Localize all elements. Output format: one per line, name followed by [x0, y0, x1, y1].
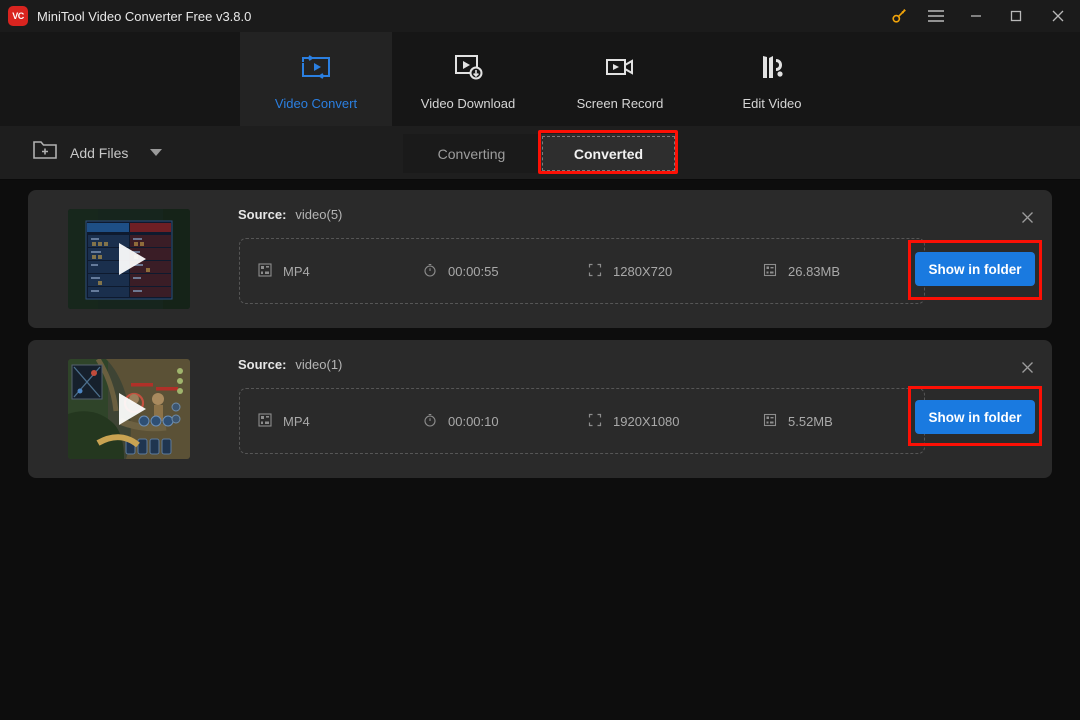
- close-icon[interactable]: [1036, 0, 1080, 32]
- remove-item-button[interactable]: [1014, 354, 1040, 380]
- app-logo: VC: [8, 6, 28, 26]
- maximize-icon[interactable]: [996, 0, 1036, 32]
- show-in-folder-button[interactable]: Show in folder: [915, 400, 1035, 434]
- key-icon[interactable]: [882, 0, 916, 32]
- main-nav: Video Convert Video Download Screen Reco…: [0, 32, 1080, 126]
- info-duration: 00:00:10: [423, 413, 588, 430]
- nav-label-screen-record: Screen Record: [576, 95, 664, 111]
- info-format-value: MP4: [283, 263, 310, 279]
- menu-icon[interactable]: [916, 0, 956, 32]
- nav-label-video-download: Video Download: [420, 95, 516, 111]
- video-thumbnail[interactable]: [68, 209, 190, 309]
- info-size: 5.52MB: [763, 413, 903, 430]
- film-format-icon: [258, 262, 272, 280]
- info-resolution: 1280X720: [588, 263, 763, 280]
- info-duration: 00:00:55: [423, 263, 588, 280]
- nav-item-screen-record[interactable]: Screen Record: [544, 32, 696, 126]
- info-resolution-value: 1280X720: [613, 263, 673, 279]
- expand-arrows-icon: [588, 413, 602, 430]
- tab-converted[interactable]: Converted: [540, 134, 677, 173]
- source-row: Source: video(5): [238, 207, 342, 222]
- info-resolution: 1920X1080: [588, 413, 763, 430]
- file-size-icon: [763, 263, 777, 280]
- source-row: Source: video(1): [238, 357, 342, 372]
- play-icon[interactable]: [118, 243, 146, 275]
- title-bar: VC MiniTool Video Converter Free v3.8.0: [0, 0, 1080, 32]
- list-item[interactable]: Source: video(1) MP4 00:00:10 1920X1080 …: [28, 340, 1052, 478]
- source-name: video(1): [295, 357, 343, 372]
- list-item[interactable]: Source: video(5) MP4 00:00:55 1280X720 2…: [28, 190, 1052, 328]
- info-duration-value: 00:00:55: [448, 263, 499, 279]
- download-icon: [451, 48, 485, 86]
- chevron-down-icon[interactable]: [150, 149, 163, 156]
- video-thumbnail[interactable]: [68, 359, 190, 459]
- converted-file-list: Source: video(5) MP4 00:00:55 1280X720 2…: [28, 190, 1052, 490]
- info-format: MP4: [258, 412, 423, 430]
- add-files-label: Add Files: [70, 144, 129, 161]
- info-resolution-value: 1920X1080: [613, 413, 680, 429]
- show-in-folder-button[interactable]: Show in folder: [915, 252, 1035, 286]
- tab-converting[interactable]: Converting: [403, 134, 540, 173]
- window-controls: [882, 0, 1080, 32]
- nav-item-video-convert[interactable]: Video Convert: [240, 32, 392, 126]
- source-label: Source:: [238, 357, 287, 372]
- nav-item-video-download[interactable]: Video Download: [392, 32, 544, 126]
- nav-item-edit-video[interactable]: Edit Video: [696, 32, 848, 126]
- source-label: Source:: [238, 207, 287, 222]
- folder-plus-icon: [32, 139, 58, 166]
- file-size-icon: [763, 413, 777, 430]
- info-duration-value: 00:00:10: [448, 413, 499, 429]
- status-tabs: Converting Converted: [403, 134, 677, 173]
- file-info-strip: MP4 00:00:10 1920X1080 5.52MB: [239, 388, 925, 454]
- app-logo-text: VC: [12, 11, 24, 21]
- nav-label-edit-video: Edit Video: [742, 95, 802, 111]
- nav-label-video-convert: Video Convert: [274, 95, 358, 111]
- info-size: 26.83MB: [763, 263, 903, 280]
- tab-converting-label: Converting: [437, 145, 506, 162]
- source-name: video(5): [295, 207, 343, 222]
- tab-converted-label: Converted: [573, 145, 644, 162]
- stopwatch-icon: [423, 263, 437, 280]
- edit-icon: [755, 48, 789, 86]
- stopwatch-icon: [423, 413, 437, 430]
- info-format: MP4: [258, 262, 423, 280]
- info-format-value: MP4: [283, 413, 310, 429]
- record-icon: [603, 48, 637, 86]
- expand-arrows-icon: [588, 263, 602, 280]
- play-icon[interactable]: [118, 393, 146, 425]
- info-size-value: 5.52MB: [788, 413, 833, 429]
- remove-item-button[interactable]: [1014, 204, 1040, 230]
- film-format-icon: [258, 412, 272, 430]
- add-files-button[interactable]: Add Files: [32, 139, 163, 166]
- minimize-icon[interactable]: [956, 0, 996, 32]
- convert-icon: [299, 48, 333, 86]
- app-title: MiniTool Video Converter Free v3.8.0: [37, 8, 252, 24]
- info-size-value: 26.83MB: [788, 263, 841, 279]
- file-info-strip: MP4 00:00:55 1280X720 26.83MB: [239, 238, 925, 304]
- toolbar: Add Files Converting Converted: [0, 126, 1080, 180]
